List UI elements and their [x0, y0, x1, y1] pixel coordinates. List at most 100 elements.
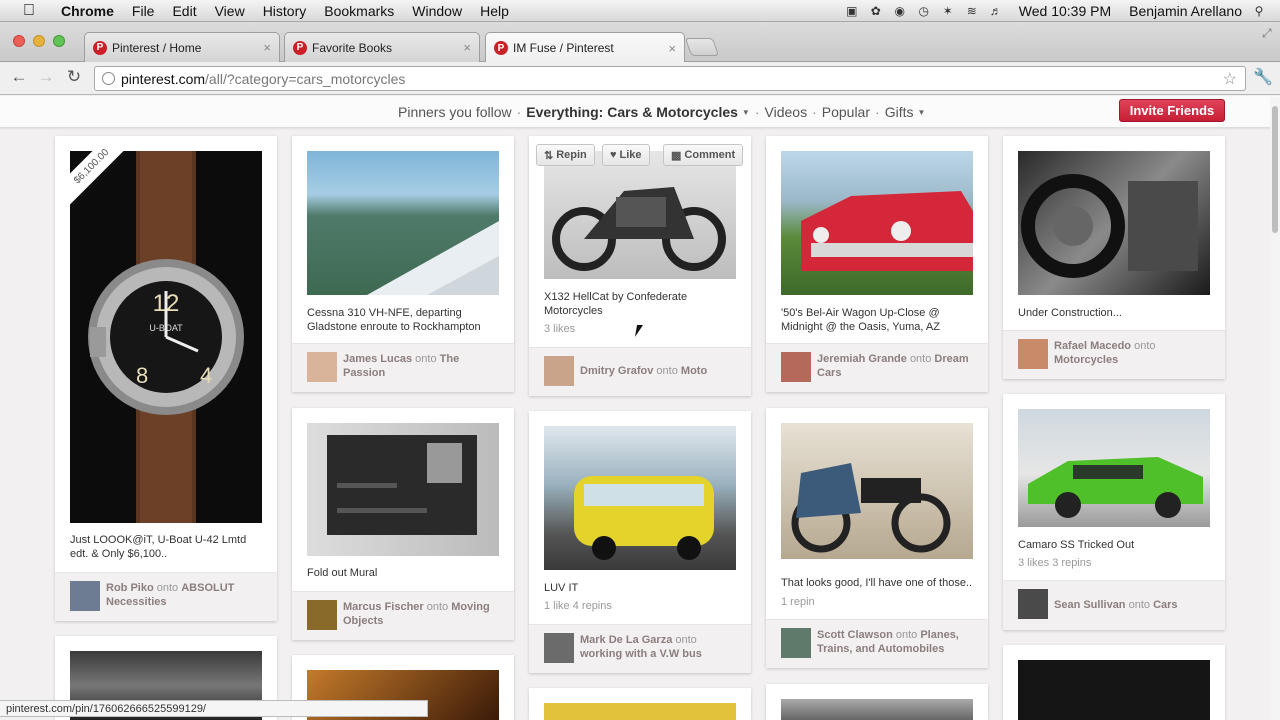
- pin-image-mural[interactable]: [307, 423, 499, 556]
- nav-popular[interactable]: Popular: [822, 104, 870, 120]
- back-icon[interactable]: ←: [9, 67, 29, 87]
- bookmark-star-icon[interactable]: ☆: [1223, 69, 1237, 89]
- close-window-icon[interactable]: [13, 35, 25, 47]
- forward-icon[interactable]: →: [36, 67, 56, 87]
- board-name[interactable]: Moto: [681, 365, 707, 377]
- menu-window[interactable]: Window: [403, 3, 471, 19]
- menu-app-name[interactable]: Chrome: [52, 3, 123, 19]
- board-name[interactable]: working with a V.W bus: [580, 648, 702, 660]
- mouse-cursor-icon: [634, 325, 650, 337]
- avatar[interactable]: [307, 600, 337, 630]
- avatar[interactable]: [307, 352, 337, 382]
- tab-close-icon[interactable]: ×: [668, 41, 676, 56]
- pin-card-camaro[interactable]: Camaro SS Tricked Out 3 likes 3 repins S…: [1003, 394, 1225, 630]
- mac-menubar:  Chrome File Edit View History Bookmark…: [0, 0, 1280, 22]
- pinner-name[interactable]: Mark De La Garza: [580, 634, 672, 646]
- menu-history[interactable]: History: [254, 3, 316, 19]
- invite-friends-button[interactable]: Invite Friends: [1119, 99, 1225, 122]
- pin-card-belair[interactable]: '50's Bel-Air Wagon Up-Close @ Midnight …: [766, 136, 988, 392]
- globe-icon[interactable]: ◉: [893, 4, 907, 18]
- avatar[interactable]: [544, 633, 574, 663]
- onto-text: onto: [1128, 599, 1151, 611]
- pinner-name[interactable]: Dmitry Grafov: [580, 365, 653, 377]
- pin-card[interactable]: [766, 684, 988, 720]
- pinner-name[interactable]: Marcus Fischer: [343, 601, 424, 613]
- avatar[interactable]: [1018, 589, 1048, 619]
- nav-gifts[interactable]: Gifts: [885, 104, 914, 120]
- pin-card[interactable]: [1003, 645, 1225, 720]
- comment-button[interactable]: ▩ Comment: [663, 144, 744, 166]
- pin-image[interactable]: [544, 703, 736, 720]
- pin-image-vw-bus[interactable]: [544, 426, 736, 570]
- scrollbar-thumb[interactable]: [1272, 106, 1278, 233]
- apple-icon[interactable]: : [18, 0, 40, 22]
- tab-im-fuse[interactable]: P IM Fuse / Pinterest ×: [485, 32, 685, 63]
- pinner-name[interactable]: Sean Sullivan: [1054, 599, 1126, 611]
- menu-edit[interactable]: Edit: [163, 3, 205, 19]
- avatar[interactable]: [70, 581, 100, 611]
- pin-image[interactable]: [781, 699, 973, 720]
- pin-image-workshop[interactable]: [1018, 151, 1210, 295]
- pin-image[interactable]: [1018, 660, 1210, 720]
- pin-card-mural[interactable]: Fold out Mural Marcus Fischer onto Movin…: [292, 408, 514, 640]
- tab-favorite-books[interactable]: P Favorite Books ×: [284, 32, 480, 62]
- address-bar[interactable]: pinterest.com/all/?category=cars_motorcy…: [94, 66, 1246, 91]
- new-tab-button[interactable]: [684, 38, 720, 56]
- spotlight-search-icon[interactable]: ⚲: [1252, 4, 1266, 18]
- avatar[interactable]: [1018, 339, 1048, 369]
- menubar-clock[interactable]: Wed 10:39 PM: [1019, 3, 1111, 19]
- like-button[interactable]: ♥ Like: [602, 144, 650, 166]
- pinner-name[interactable]: Jeremiah Grande: [817, 353, 907, 365]
- pinner-name[interactable]: James Lucas: [343, 353, 412, 365]
- menu-view[interactable]: View: [206, 3, 254, 19]
- chevron-down-icon[interactable]: ▼: [742, 108, 750, 117]
- pin-card-under-construction[interactable]: Under Construction... Rafael Macedo onto…: [1003, 136, 1225, 379]
- pinner-name[interactable]: Rafael Macedo: [1054, 340, 1131, 352]
- wifi-icon[interactable]: ≋: [965, 4, 979, 18]
- menu-file[interactable]: File: [123, 3, 164, 19]
- nav-everything[interactable]: Everything: Cars & Motorcycles: [526, 104, 738, 120]
- pin-card-hellcat[interactable]: ⇅ Repin ♥ Like ▩ Comment X132 HellCat by Co…: [529, 136, 751, 396]
- pin-card-cessna[interactable]: Cessna 310 VH-NFE, departing Gladstone e…: [292, 136, 514, 392]
- repin-button[interactable]: ⇅ Repin: [536, 144, 595, 166]
- nav-pinners-you-follow[interactable]: Pinners you follow: [398, 104, 512, 120]
- menu-help[interactable]: Help: [471, 3, 518, 19]
- menubar-user[interactable]: Benjamin Arellano: [1129, 3, 1242, 19]
- pin-image-sidecar[interactable]: [781, 423, 973, 559]
- menu-bookmarks[interactable]: Bookmarks: [315, 3, 403, 19]
- zoom-window-icon[interactable]: [53, 35, 65, 47]
- tab-close-icon[interactable]: ×: [463, 40, 471, 55]
- board-name[interactable]: Motorcycles: [1054, 354, 1118, 366]
- nav-videos[interactable]: Videos: [765, 104, 808, 120]
- tab-close-icon[interactable]: ×: [263, 40, 271, 55]
- tab-label: Favorite Books: [312, 40, 393, 55]
- volume-icon[interactable]: ♬: [989, 4, 1003, 18]
- avatar[interactable]: [781, 352, 811, 382]
- pin-card-uboat-watch[interactable]: 12 U-BOAT 8 4 $6,100.00 Just LOOOK@iT, U…: [55, 136, 277, 621]
- wrench-icon[interactable]: 🔧: [1253, 67, 1273, 87]
- pin-card-vw-bus[interactable]: LUV IT 1 like 4 repins Mark De La Garza …: [529, 411, 751, 673]
- reload-icon[interactable]: ↻: [64, 67, 84, 87]
- camera-icon[interactable]: ▣: [845, 4, 859, 18]
- tab-pinterest-home[interactable]: P Pinterest / Home ×: [84, 32, 280, 62]
- pin-image-belair[interactable]: [781, 151, 973, 295]
- chevron-down-icon[interactable]: ▼: [917, 108, 925, 117]
- pinner-name[interactable]: Rob Piko: [106, 582, 154, 594]
- pin-caption: Cessna 310 VH-NFE, departing Gladstone e…: [307, 307, 481, 333]
- board-name[interactable]: Cars: [1153, 599, 1177, 611]
- fullscreen-icon[interactable]: ⤢: [1262, 26, 1272, 41]
- pin-image-plane[interactable]: [307, 151, 499, 295]
- pinner-name[interactable]: Scott Clawson: [817, 629, 893, 641]
- pin-card-sidecar[interactable]: That looks good, I'll have one of those.…: [766, 408, 988, 668]
- avatar[interactable]: [781, 628, 811, 658]
- time-machine-icon[interactable]: ◷: [917, 4, 931, 18]
- pin-image-motorcycle[interactable]: [544, 151, 736, 279]
- pin-card[interactable]: [529, 688, 751, 720]
- evernote-icon[interactable]: ✿: [869, 4, 883, 18]
- pin-image-watch[interactable]: 12 U-BOAT 8 4: [70, 151, 262, 523]
- pin-image-camaro[interactable]: [1018, 409, 1210, 527]
- bluetooth-icon[interactable]: ✶: [941, 4, 955, 18]
- minimize-window-icon[interactable]: [33, 35, 45, 47]
- avatar[interactable]: [544, 356, 574, 386]
- pin-attribution-text: Scott Clawson onto Planes, Trains, and A…: [817, 628, 977, 656]
